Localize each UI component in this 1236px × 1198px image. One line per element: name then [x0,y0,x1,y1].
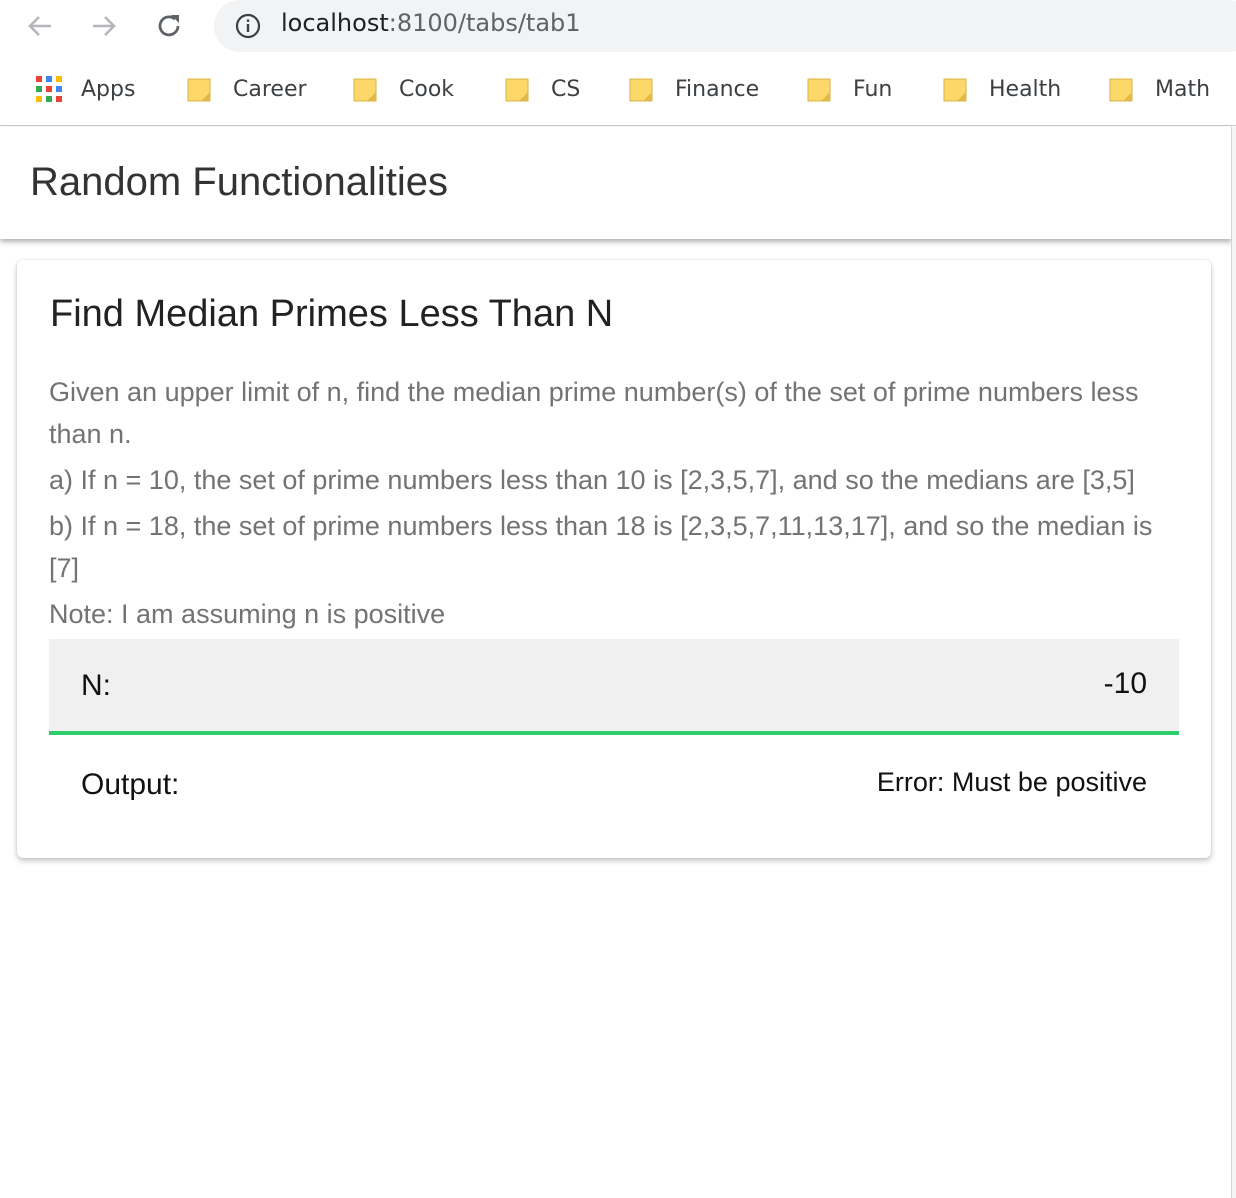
median-primes-card: Find Median Primes Less Than N Given an … [17,260,1211,858]
bookmark-label: Health [989,76,1062,102]
page-scrollbar[interactable] [1231,127,1236,1198]
arrow-left-icon [28,16,51,36]
back-button[interactable] [22,8,58,44]
info-icon[interactable] [234,12,262,40]
reload-icon [158,15,180,37]
bookmark-label: Cook [399,76,455,102]
bookmark-finance[interactable]: Finance [629,71,759,107]
apps-grid-icon [36,76,62,102]
forward-button[interactable] [86,8,122,44]
page-title: Random Functionalities [30,160,448,204]
url-path: :8100/tabs/tab1 [388,9,581,37]
bookmark-cs[interactable]: CS [505,71,580,107]
browser-toolbar: localhost:8100/tabs/tab1 [0,0,1236,54]
url-text: localhost:8100/tabs/tab1 [281,9,581,37]
bookmark-health[interactable]: Health [943,71,1061,107]
description-example-b: b) If n = 18, the set of prime numbers l… [49,511,1153,583]
folder-icon [505,78,529,102]
description-intro: Given an upper limit of n, find the medi… [49,377,1139,449]
bookmarks-bar: Apps Career Cook CS Finance Fun Health M… [0,54,1236,126]
bookmark-label: CS [551,76,581,102]
bookmark-math[interactable]: Math [1109,71,1210,107]
bookmark-label: Apps [81,76,136,102]
bookmark-career[interactable]: Career [187,71,307,107]
card-description: Given an upper limit of n, find the medi… [49,371,1189,639]
output-label: Output: [81,768,180,801]
card-title: Find Median Primes Less Than N [50,293,614,335]
folder-icon [1109,78,1133,102]
reload-button[interactable] [151,8,187,44]
folder-icon [807,78,831,102]
n-input-label: N: [81,669,111,702]
bookmark-label: Finance [675,76,760,102]
bookmark-apps[interactable]: Apps [36,71,135,107]
address-bar[interactable]: localhost:8100/tabs/tab1 [214,0,1236,52]
output-value: Error: Must be positive [876,767,1147,797]
folder-icon [943,78,967,102]
bookmark-label: Math [1155,76,1211,102]
n-input[interactable] [847,667,1147,701]
app-header: Random Functionalities [0,127,1232,239]
n-input-field[interactable]: N: [49,639,1179,735]
bookmark-label: Fun [853,76,893,102]
description-note: Note: I am assuming n is positive [49,599,446,629]
arrow-right-icon [93,16,116,36]
url-host: localhost [281,9,389,37]
bookmark-label: Career [233,76,307,102]
description-example-a: a) If n = 10, the set of prime numbers l… [49,465,1135,495]
bookmark-cook[interactable]: Cook [353,71,454,107]
bookmark-fun[interactable]: Fun [807,71,892,107]
page-viewport: Random Functionalities Find Median Prime… [0,127,1232,1198]
folder-icon [353,78,377,102]
folder-icon [187,78,211,102]
folder-icon [629,78,653,102]
